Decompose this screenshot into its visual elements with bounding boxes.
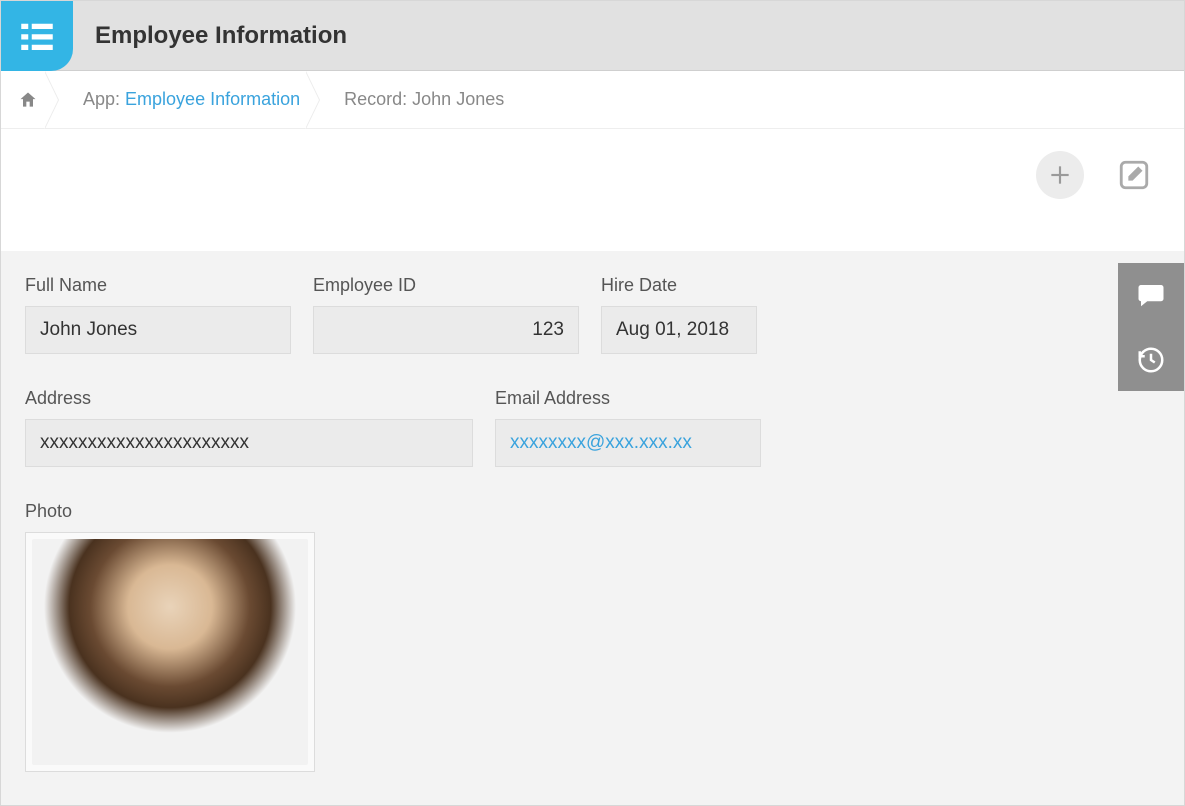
value-employee-id: 123: [313, 306, 579, 354]
value-email[interactable]: xxxxxxxx@xxx.xxx.xx: [495, 419, 761, 467]
label-employee-id: Employee ID: [313, 275, 579, 296]
breadcrumb-app[interactable]: App: Employee Information: [83, 89, 300, 110]
record-actions: [1036, 151, 1154, 199]
comments-button[interactable]: [1118, 263, 1184, 327]
field-employee-id: Employee ID 123: [313, 275, 579, 354]
edit-record-button[interactable]: [1114, 155, 1154, 195]
breadcrumb: App: Employee Information Record: John J…: [1, 71, 1184, 129]
field-hire-date: Hire Date Aug 01, 2018: [601, 275, 757, 354]
plus-icon: [1047, 162, 1073, 188]
value-full-name: John Jones: [25, 306, 291, 354]
label-photo: Photo: [25, 501, 1160, 522]
employee-photo: [32, 539, 308, 765]
label-email: Email Address: [495, 388, 761, 409]
edit-icon: [1117, 158, 1151, 192]
email-link[interactable]: xxxxxxxx@xxx.xxx.xx: [510, 432, 692, 454]
breadcrumb-record-prefix: Record:: [344, 89, 412, 109]
breadcrumb-home[interactable]: [17, 89, 39, 111]
app-list-icon[interactable]: [1, 1, 73, 71]
app-header: Employee Information: [1, 1, 1184, 71]
field-full-name: Full Name John Jones: [25, 275, 291, 354]
page-title: Employee Information: [95, 22, 347, 50]
breadcrumb-record-name: John Jones: [412, 89, 504, 109]
label-full-name: Full Name: [25, 275, 291, 296]
breadcrumb-separator: [45, 71, 65, 129]
value-hire-date: Aug 01, 2018: [601, 306, 757, 354]
record-form: Full Name John Jones Employee ID 123 Hir…: [1, 251, 1184, 805]
home-icon: [18, 90, 38, 110]
breadcrumb-separator: [306, 71, 326, 129]
breadcrumb-app-prefix: App:: [83, 89, 125, 109]
field-photo: Photo: [25, 501, 1160, 772]
breadcrumb-app-link: Employee Information: [125, 89, 300, 109]
label-hire-date: Hire Date: [601, 275, 757, 296]
chat-icon: [1136, 280, 1166, 310]
value-address: xxxxxxxxxxxxxxxxxxxxxx: [25, 419, 473, 467]
side-dock: [1118, 263, 1184, 391]
breadcrumb-record: Record: John Jones: [344, 89, 504, 110]
add-record-button[interactable]: [1036, 151, 1084, 199]
field-address: Address xxxxxxxxxxxxxxxxxxxxxx: [25, 388, 473, 467]
history-icon: [1136, 345, 1166, 375]
field-email: Email Address xxxxxxxx@xxx.xxx.xx: [495, 388, 761, 467]
history-button[interactable]: [1118, 327, 1184, 391]
list-icon: [16, 15, 58, 57]
photo-container[interactable]: [25, 532, 315, 772]
label-address: Address: [25, 388, 473, 409]
